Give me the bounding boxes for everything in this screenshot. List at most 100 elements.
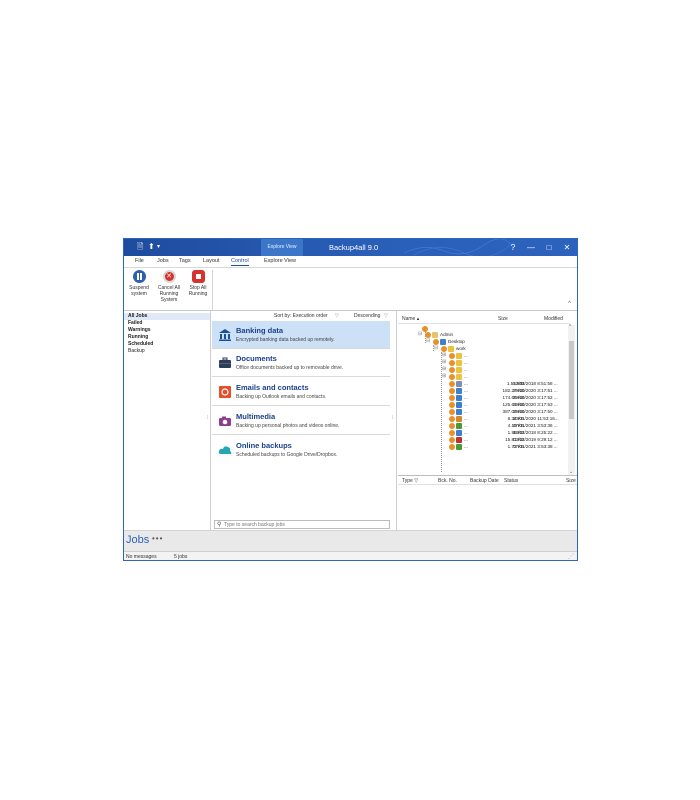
column-name[interactable]: Name ▴ <box>402 316 419 322</box>
menu-file[interactable]: File <box>135 258 144 264</box>
column-type[interactable]: Type ▽ <box>402 478 418 484</box>
file-name: ... <box>464 416 468 421</box>
vertical-scrollbar[interactable]: ^ ⌄ <box>568 324 575 475</box>
file-name: ... <box>464 381 468 386</box>
briefcase-icon <box>219 357 231 368</box>
file-row[interactable]: ... 4.10 KB 07/01/2021 3:53:36 ... <box>398 422 570 429</box>
menu-jobs[interactable]: Jobs <box>157 258 169 264</box>
scroll-up-icon[interactable]: ^ <box>569 324 571 330</box>
more-options-icon[interactable]: ••• <box>152 534 163 543</box>
file-row[interactable]: ... 387.03 KB 29/10/2020 3:17:50 ... <box>398 408 570 415</box>
file-row[interactable]: ... 182.27 KB 29/10/2020 3:17:51 ... <box>398 387 570 394</box>
file-name: ... <box>464 423 468 428</box>
collapse-ribbon-icon[interactable]: ^ <box>568 301 571 307</box>
expand-icon[interactable]: ⊞ <box>442 359 446 366</box>
job-item-multimedia[interactable]: Multimedia Backing up personal photos an… <box>212 407 390 435</box>
column-bck-no[interactable]: Bck. No. <box>438 478 457 484</box>
filter-backup[interactable]: Backup <box>128 348 145 354</box>
file-name: ... <box>464 374 468 379</box>
collapse-icon[interactable]: ⊟ <box>426 338 430 345</box>
scrollbar-thumb[interactable] <box>569 341 574 419</box>
jobs-pane: Sort by: Execution order ▽ Descending ▽ … <box>207 311 397 530</box>
file-row[interactable]: ⊞... <box>398 359 570 366</box>
pause-icon <box>132 270 146 283</box>
history-header: Type ▽ Bck. No. Backup Date Status Size <box>398 475 577 485</box>
tree-label: Desktop <box>448 339 465 344</box>
file-modified: 12/03/2018 8:51:58 ... <box>513 381 558 386</box>
status-messages: No messages <box>126 554 157 560</box>
filter-running[interactable]: Running <box>128 334 148 340</box>
menu-explore-view[interactable]: Explore View <box>264 258 296 264</box>
resize-grip-icon[interactable]: ⋰ <box>568 553 574 560</box>
file-row[interactable]: ... 125.61 KB 29/10/2020 3:17:53 ... <box>398 401 570 408</box>
column-size[interactable]: Size <box>498 316 508 322</box>
file-name: ... <box>464 437 468 442</box>
splitter-handle[interactable]: ⁞ <box>207 415 208 421</box>
file-row[interactable]: ... 6.34 KB 20/01/2020 11:53:16... <box>398 415 570 422</box>
file-modified: 03/12/2019 9:29:12 ... <box>513 437 558 442</box>
filter-all-jobs[interactable]: All Jobs <box>124 313 210 320</box>
file-name: ... <box>464 395 468 400</box>
collapse-icon[interactable]: ⊟ <box>418 331 422 338</box>
file-modified: 29/10/2020 3:17:53 ... <box>513 402 558 407</box>
column-modified[interactable]: Modified <box>544 316 563 322</box>
help-button[interactable]: ? <box>504 239 522 256</box>
expand-icon[interactable]: ⊞ <box>442 366 446 373</box>
file-row[interactable]: ... 174.65 KB 29/10/2020 3:17:52 ... <box>398 394 570 401</box>
cancel-all-running-button[interactable]: ✕ Cancel All Running System <box>156 270 182 303</box>
stop-all-running-button[interactable]: Stop All Running <box>185 270 211 297</box>
expand-icon[interactable]: ⊞ <box>442 373 446 380</box>
file-row[interactable]: ⊞... <box>398 373 570 380</box>
column-status[interactable]: Status <box>504 478 518 484</box>
splitter-handle[interactable]: ⁞ <box>392 415 393 421</box>
minimize-button[interactable]: — <box>522 239 540 256</box>
file-row[interactable]: ... 1.55 MB 12/03/2018 8:51:58 ... <box>398 380 570 387</box>
suspend-system-button[interactable]: Suspend system <box>126 270 152 297</box>
header-divider <box>398 323 570 324</box>
file-name: ... <box>464 402 468 407</box>
jobs-view-title[interactable]: Jobs <box>126 534 149 546</box>
column-backup-date[interactable]: Backup Date <box>470 478 499 484</box>
document-icon[interactable]: 🗎 <box>137 243 143 251</box>
tree-row-work[interactable]: ⊟ work <box>398 345 570 352</box>
job-item-online-backups[interactable]: Online backups Scheduled backups to Goog… <box>212 436 390 464</box>
tree-row-admin[interactable]: ⊟ Admin <box>398 331 570 338</box>
job-item-emails-and-contacts[interactable]: Emails and contacts Backing up Outlook e… <box>212 378 390 406</box>
arrow-up-icon[interactable]: ⬆ <box>148 243 155 251</box>
chevron-down-icon[interactable]: ▽ <box>384 313 388 319</box>
job-description: Scheduled backups to Google Drive/Dropbo… <box>236 452 338 458</box>
file-row[interactable]: ... 15.81 KB 03/12/2019 9:29:12 ... <box>398 436 570 443</box>
context-tab-explore-view[interactable]: Explore View <box>261 239 303 256</box>
file-row[interactable]: ... 1.99 KB 13/12/2018 8:25:22 ... <box>398 429 570 436</box>
file-name: ... <box>464 444 468 449</box>
file-row[interactable]: ⊞... <box>398 352 570 359</box>
filter-scheduled[interactable]: Scheduled <box>128 341 153 347</box>
maximize-button[interactable]: □ <box>540 239 558 256</box>
chevron-down-icon[interactable]: ▾ <box>157 243 160 251</box>
file-modified: 29/10/2020 3:17:51 ... <box>513 388 558 393</box>
file-row[interactable]: ... 1.72 KB 07/01/2021 3:53:38 ... <box>398 443 570 450</box>
search-box[interactable]: ⚲ <box>214 520 390 529</box>
job-item-banking-data[interactable]: Banking data Encrypted banking data back… <box>212 321 390 349</box>
cancel-all-label: Cancel All Running System <box>157 285 181 303</box>
collapse-icon[interactable]: ⊟ <box>434 345 438 352</box>
menu-layout[interactable]: Layout <box>203 258 220 264</box>
tree-row-desktop[interactable]: ⊟ Desktop <box>398 338 570 345</box>
sort-by-dropdown[interactable]: Sort by: Execution order <box>274 313 328 319</box>
file-modified: 07/01/2021 3:53:36 ... <box>513 423 558 428</box>
chevron-down-icon[interactable]: ▽ <box>335 313 339 319</box>
email-icon <box>219 386 231 398</box>
filter-failed[interactable]: Failed <box>128 320 142 326</box>
menu-tags[interactable]: Tags <box>179 258 191 264</box>
file-row[interactable]: ⊞... <box>398 366 570 373</box>
job-item-documents[interactable]: Documents Office documents backed up to … <box>212 349 390 377</box>
file-name: ... <box>464 430 468 435</box>
column-size[interactable]: Size <box>566 478 576 484</box>
sort-order-dropdown[interactable]: Descending <box>354 313 380 319</box>
cloud-icon <box>218 446 232 454</box>
search-input[interactable] <box>224 521 384 528</box>
filter-warnings[interactable]: Warnings <box>128 327 151 333</box>
expand-icon[interactable]: ⊞ <box>442 352 446 359</box>
menu-control[interactable]: Control <box>231 258 249 266</box>
close-button[interactable]: ✕ <box>558 239 576 256</box>
